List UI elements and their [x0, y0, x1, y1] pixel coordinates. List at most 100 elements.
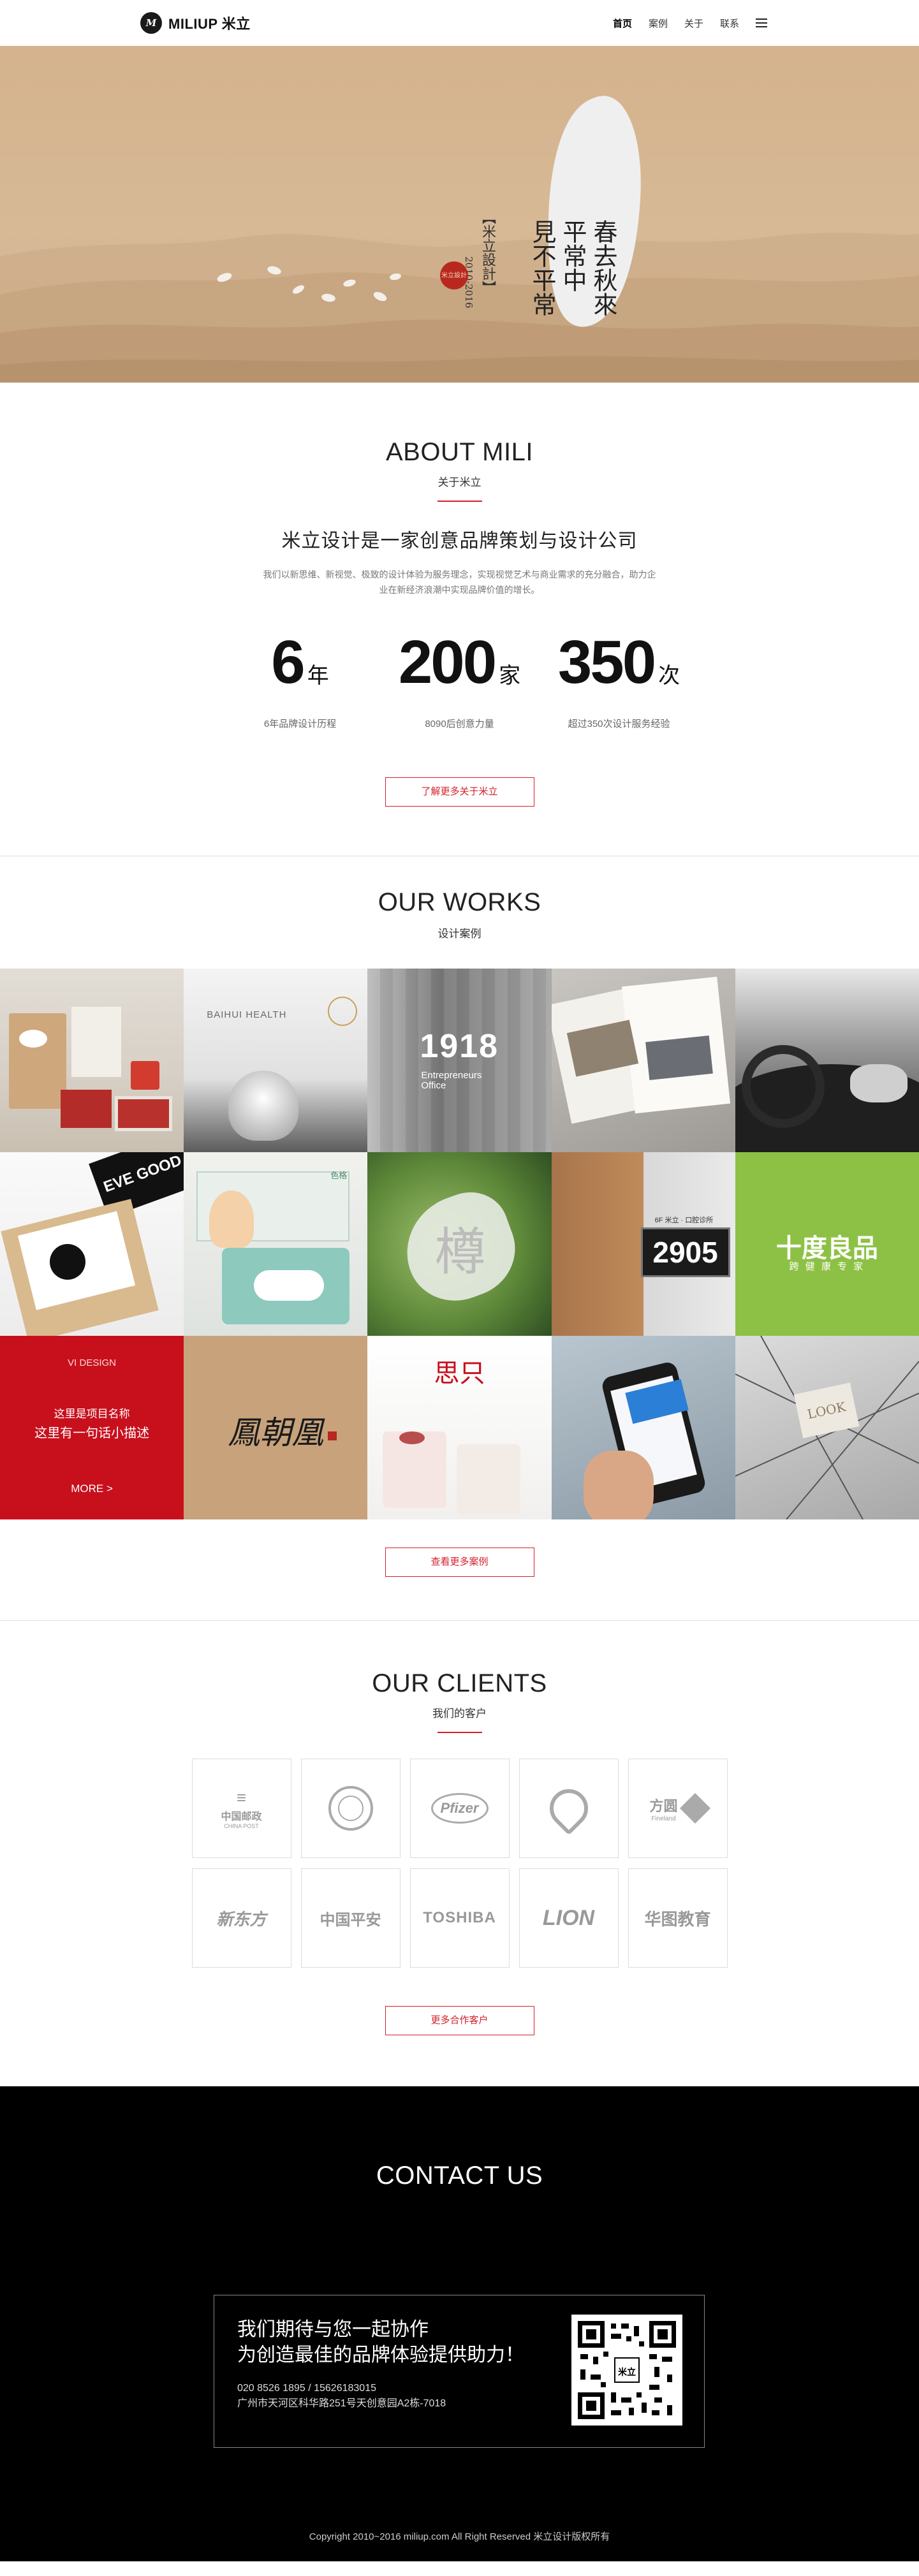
about-more-button[interactable]: 了解更多关于米立	[385, 777, 534, 807]
yogurt-brand: 思只	[434, 1359, 485, 1388]
site-header: M MILIUP 米立 首页 案例 关于 联系	[0, 0, 919, 46]
client-logo-toshiba[interactable]: TOSHIBA	[409, 1868, 510, 1968]
stat-label: 超过350次设计服务经验	[568, 719, 670, 729]
copyright: Copyright 2010~2016 miliup.com All Right…	[309, 2531, 610, 2542]
clients-section: OUR CLIENTS 我们的客户 ≡ 中国邮政 CHINA POST Pfiz…	[0, 1621, 919, 2086]
work-tile-calligraphy[interactable]: 鳳朝凰	[184, 1336, 368, 1519]
clients-title: OUR CLIENTS	[372, 1669, 547, 1697]
client-logo-lion[interactable]: LION	[518, 1868, 619, 1968]
work-tile-office[interactable]: 1918 Entrepreneurs Office	[367, 969, 552, 1152]
hero-signature: 【米立設計】	[480, 210, 496, 295]
works-more-button[interactable]: 查看更多案例	[385, 1548, 534, 1577]
contact-title: CONTACT US	[376, 2162, 543, 2190]
office-number: 1918	[420, 1028, 499, 1065]
work-tile-yogurt[interactable]: 思只	[367, 1336, 552, 1519]
hero-mountains-illustration	[0, 96, 919, 383]
stat-unit: 次	[658, 664, 680, 688]
client-logo-pfizer[interactable]: Pfizer	[409, 1759, 510, 1858]
works-section: OUR WORKS 设计案例 BAIHUI HEALTH 1918 Entrep…	[0, 856, 919, 1620]
stat-number: 6	[271, 628, 305, 696]
logo[interactable]: M MILIUP 米立	[140, 12, 251, 34]
menu-icon[interactable]	[756, 18, 767, 27]
about-title: ABOUT MILI	[386, 438, 533, 466]
contact-card: 我们期待与您一起协作 为创造最佳的品牌体验提供助力！ 020 8526 1895…	[214, 2295, 705, 2448]
about-section: ABOUT MILI 关于米立 米立设计是一家创意品牌策划与设计公司 我们以新思…	[0, 383, 919, 856]
work-tile-leaf[interactable]: 樽	[367, 1152, 552, 1336]
leaf-char: 樽	[434, 1222, 486, 1282]
nav-home[interactable]: 首页	[613, 17, 632, 30]
poem-line: 平常中	[559, 219, 587, 292]
work-tile-vi-design[interactable]: VI DESIGN 这里是项目名称 这里有一句话小描述 MORE >	[0, 1336, 184, 1519]
diamond-icon	[679, 1792, 710, 1824]
plate-number: 2905	[640, 1227, 730, 1277]
client-logo-grid: ≡ 中国邮政 CHINA POST Pfizer 方圆 Fineland 新东方…	[0, 1759, 919, 1968]
green-subtitle: 跨 健 康 专 家	[789, 1261, 865, 1272]
work-tile-car[interactable]	[735, 969, 919, 1152]
work-tile-box[interactable]: EVE GOOD	[0, 1152, 184, 1336]
client-name: Pfizer	[430, 1793, 489, 1824]
stat-label: 8090后创意力量	[425, 719, 494, 729]
main-nav: 首页 案例 关于 联系	[613, 17, 767, 30]
clients-subtitle: 我们的客户	[432, 1708, 487, 1720]
client-logo-telecom[interactable]	[518, 1759, 619, 1858]
client-logo-china-post[interactable]: ≡ 中国邮政 CHINA POST	[191, 1759, 291, 1858]
client-name: 中国邮政	[221, 1811, 262, 1822]
logo-text: MILIUP 米立	[168, 16, 251, 32]
stats-row: 6年 6年品牌设计历程 200 家 8090后创意力量 350 次 超过350次设计…	[0, 631, 919, 730]
vi-project-desc: 这里有一句话小描述	[34, 1426, 150, 1440]
client-name-sub: CHINA POST	[224, 1822, 259, 1829]
work-tile-tea[interactable]: 色格	[184, 1152, 368, 1336]
client-logo-xdf[interactable]: 新东方	[191, 1868, 291, 1968]
clients-more-button[interactable]: 更多合作客户	[385, 2006, 534, 2035]
calligraphy-text: 鳳朝凰	[228, 1414, 324, 1451]
client-logo-pingan[interactable]: 中国平安	[300, 1868, 401, 1968]
stat-label: 6年品牌设计历程	[263, 719, 337, 729]
hero-poem: 春去秋來 平常中 見不平常	[528, 219, 617, 316]
nav-contact[interactable]: 联系	[720, 17, 739, 30]
contact-section: CONTACT US 我们期待与您一起协作 为创造最佳的品牌体验提供助力！ 02…	[0, 2086, 919, 2561]
client-logo-huatu[interactable]: 华图教育	[628, 1868, 728, 1968]
stat-number: 200	[398, 628, 497, 696]
stat-clients: 200 家 8090后创意力量	[380, 631, 540, 730]
work-tile-sign[interactable]: 6F 米立 · 口腔诊所 2905	[551, 1152, 735, 1336]
about-subtitle: 关于米立	[437, 476, 482, 488]
nav-about[interactable]: 关于	[684, 17, 703, 30]
client-logo-fineland[interactable]: 方圆 Fineland	[628, 1759, 728, 1858]
stat-unit: 年	[307, 664, 329, 688]
qr-center-label: 米立	[618, 2367, 636, 2377]
work-tile-packaging[interactable]	[0, 969, 184, 1152]
hero-banner: 春去秋來 平常中 見不平常 【米立設計】 2010-2016 米立設計	[0, 46, 919, 383]
work-tile-brochure[interactable]	[551, 969, 735, 1152]
office-caption: Entrepreneurs Office	[421, 1070, 482, 1091]
seal-stamp: 米立設計	[440, 261, 468, 289]
title-divider	[437, 501, 482, 502]
works-subtitle: 设计案例	[437, 928, 482, 940]
nav-cases[interactable]: 案例	[649, 17, 668, 30]
telecom-icon	[541, 1781, 596, 1836]
poem-line: 春去秋來	[589, 219, 617, 316]
client-name: 方圆	[649, 1797, 678, 1814]
seal-emblem-icon	[328, 1786, 373, 1831]
work-tile-green[interactable]: 十度良品 跨 健 康 专 家	[735, 1152, 919, 1336]
work-tile-look[interactable]: LOOK	[735, 1336, 919, 1519]
work-tile-baihui[interactable]: BAIHUI HEALTH	[184, 969, 368, 1152]
work-tile-phone[interactable]	[551, 1336, 735, 1519]
title-divider	[437, 1732, 482, 1733]
stat-number: 350	[557, 628, 656, 696]
baihui-label: BAIHUI HEALTH	[207, 1009, 287, 1020]
tea-brand-label: 色格	[330, 1171, 348, 1180]
vi-tag: VI DESIGN	[68, 1358, 117, 1368]
client-logo-seal[interactable]	[300, 1759, 401, 1858]
stat-projects: 350 次 超过350次设计服务经验	[540, 631, 699, 730]
plate-top: 6F 米立 · 口腔诊所	[654, 1217, 714, 1224]
poem-line: 見不平常	[528, 219, 556, 316]
about-description: 我们以新思维、新视觉、极致的设计体验为服务理念，实现视觉艺术与商业需求的充分融合…	[263, 569, 656, 595]
works-grid: BAIHUI HEALTH 1918 Entrepreneurs Office …	[0, 969, 919, 1519]
works-title: OUR WORKS	[378, 888, 541, 916]
vi-more-link[interactable]: MORE >	[0, 1482, 184, 1495]
stat-years: 6年 6年品牌设计历程	[221, 631, 380, 730]
about-heading: 米立设计是一家创意品牌策划与设计公司	[281, 531, 638, 552]
qr-code: 米立	[571, 2315, 682, 2426]
client-name-sub: Fineland	[651, 1815, 676, 1822]
logo-mark-icon: M	[140, 12, 162, 34]
